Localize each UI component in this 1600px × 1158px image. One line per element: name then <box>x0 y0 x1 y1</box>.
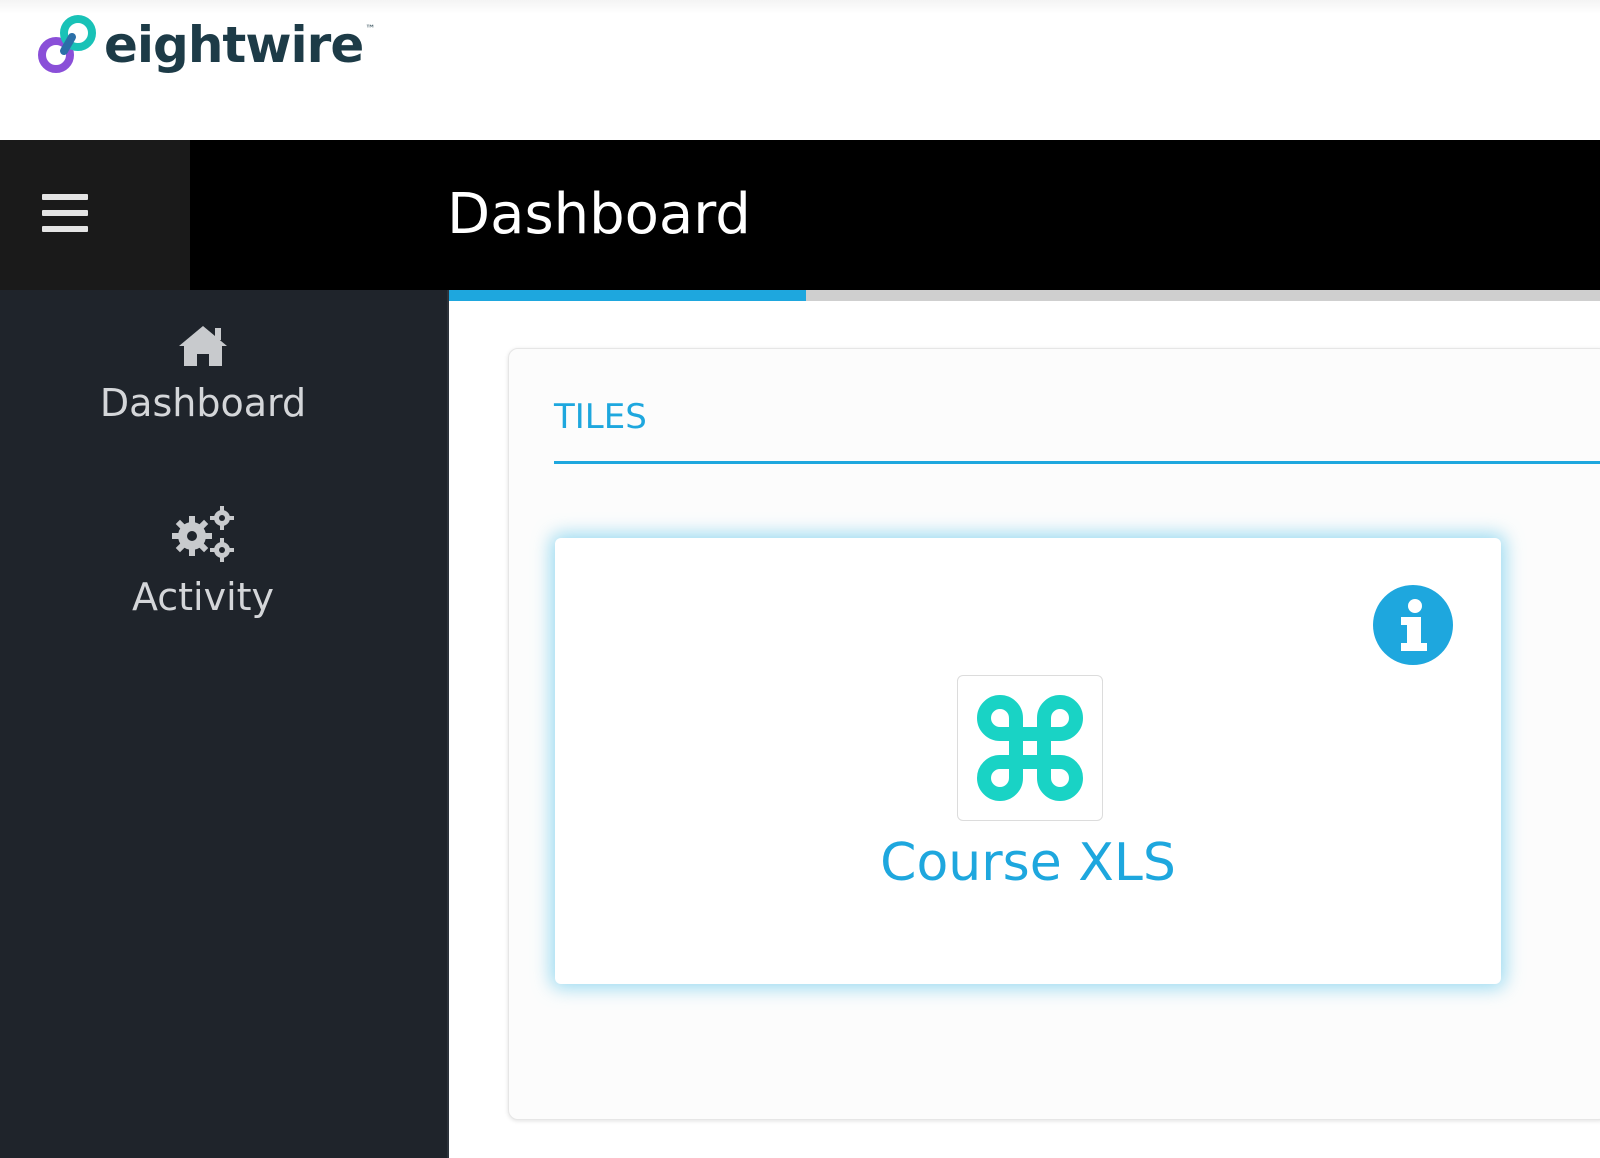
section-divider <box>554 461 1600 464</box>
app-header: Dashboard <box>0 140 1600 290</box>
menu-toggle-button[interactable] <box>0 140 190 290</box>
main-content: TILES Course XLS <box>449 301 1600 1158</box>
brand-trademark: ™ <box>365 24 376 35</box>
info-icon <box>1401 599 1427 651</box>
section-title: TILES <box>554 397 647 437</box>
brand-logo[interactable]: eightwire ™ <box>34 10 375 80</box>
brand-name: eightwire <box>104 16 364 74</box>
top-bar: eightwire ™ <box>0 0 1600 140</box>
sidebar-item-activity[interactable]: Activity <box>0 504 406 622</box>
tile-icon-box <box>957 675 1103 821</box>
tile-label: Course XLS <box>880 833 1176 893</box>
info-button[interactable] <box>1373 585 1453 665</box>
tiles-panel: TILES Course XLS <box>508 348 1600 1120</box>
brand-logo-mark-icon <box>38 15 96 73</box>
sidebar-item-label: Dashboard <box>99 381 307 425</box>
gears-icon <box>172 506 234 562</box>
command-key-icon <box>977 695 1083 801</box>
tile-course-xls[interactable]: Course XLS <box>555 538 1501 984</box>
hamburger-menu-icon <box>42 194 88 232</box>
home-icon <box>179 326 227 366</box>
sidebar-item-label: Activity <box>131 575 275 619</box>
progress-bar <box>449 290 1600 301</box>
page-title: Dashboard <box>447 182 751 247</box>
sidebar-item-dashboard[interactable]: Dashboard <box>0 322 406 428</box>
sidebar: Dashboard Activity <box>0 290 449 1158</box>
progress-bar-fill <box>449 290 806 301</box>
